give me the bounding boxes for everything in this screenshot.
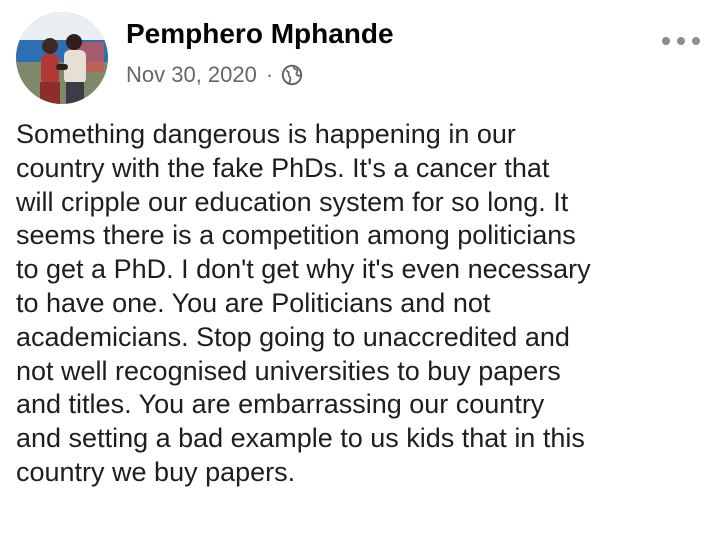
globe-icon[interactable]	[281, 64, 303, 86]
facebook-post: Pemphero Mphande Nov 30, 2020 · Somethin…	[0, 0, 720, 540]
post-date[interactable]: Nov 30, 2020	[126, 62, 257, 88]
profile-photo	[16, 12, 108, 104]
avatar[interactable]	[16, 12, 108, 104]
post-meta: Nov 30, 2020 ·	[126, 60, 303, 90]
post-text: Something dangerous is happening in our …	[16, 119, 591, 487]
post-header: Pemphero Mphande Nov 30, 2020 ·	[14, 10, 706, 104]
more-options-icon[interactable]	[658, 30, 704, 52]
meta-separator: ·	[265, 62, 274, 87]
author-name[interactable]: Pemphero Mphande	[126, 18, 394, 50]
